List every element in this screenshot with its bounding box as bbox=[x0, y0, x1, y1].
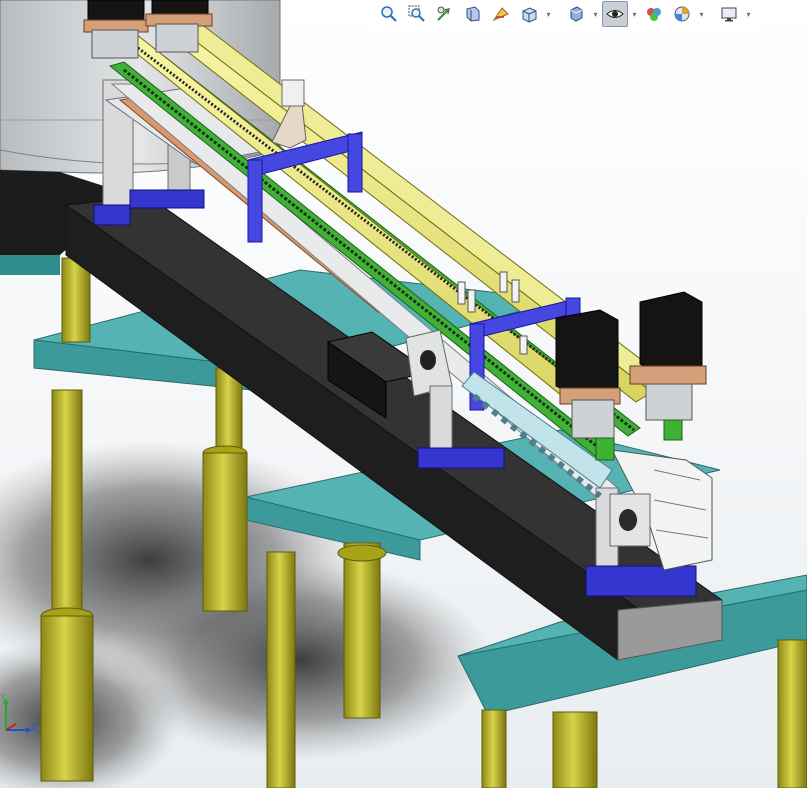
zoom-to-fit-icon bbox=[381, 6, 397, 22]
apply-scene-button[interactable] bbox=[669, 1, 695, 27]
section-view-button[interactable] bbox=[460, 1, 486, 27]
triad-axes-icon bbox=[3, 698, 32, 733]
edit-appearance-button[interactable] bbox=[641, 1, 667, 27]
view-settings-dropdown[interactable]: ▾ bbox=[744, 2, 753, 26]
hide-show-items-dropdown[interactable]: ▾ bbox=[630, 2, 639, 26]
view-orientation-dropdown[interactable]: ▾ bbox=[544, 2, 553, 26]
view-settings-icon bbox=[721, 7, 737, 22]
zoom-to-area-button[interactable] bbox=[404, 1, 430, 27]
display-style-icon bbox=[570, 6, 583, 22]
section-view-icon bbox=[466, 6, 480, 22]
reference-triad: Y Z bbox=[0, 692, 44, 736]
zoom-to-fit-button[interactable] bbox=[376, 1, 402, 27]
display-style-dropdown[interactable]: ▾ bbox=[591, 2, 600, 26]
stepper-motor-front-right[interactable] bbox=[629, 291, 707, 441]
graphics-viewport[interactable]: ▾ ▾ ▾ ▾ ▾ Y Z bbox=[0, 0, 807, 788]
conveyor-assembly-model[interactable] bbox=[0, 0, 807, 788]
apply-scene-icon bbox=[674, 6, 690, 22]
view-orientation-icon bbox=[522, 7, 537, 23]
previous-view-icon bbox=[437, 6, 450, 21]
zoom-to-area-icon bbox=[408, 5, 425, 22]
apply-scene-dropdown[interactable]: ▾ bbox=[697, 2, 706, 26]
edit-appearance-icon bbox=[647, 8, 661, 21]
view-settings-button[interactable] bbox=[716, 1, 742, 27]
hide-show-items-button[interactable] bbox=[602, 1, 628, 27]
hide-show-items-icon bbox=[606, 10, 624, 18]
display-style-button[interactable] bbox=[563, 1, 589, 27]
dynamic-annotation-icon bbox=[492, 7, 509, 22]
triad-y-label: Y bbox=[0, 692, 7, 702]
view-orientation-button[interactable] bbox=[516, 1, 542, 27]
stepper-motor-rear-left[interactable] bbox=[83, 0, 149, 59]
dynamic-annotation-button[interactable] bbox=[488, 1, 514, 27]
mount-post[interactable] bbox=[281, 79, 305, 107]
triad-z-label: Z bbox=[31, 722, 37, 732]
previous-view-button[interactable] bbox=[432, 1, 458, 27]
heads-up-view-toolbar: ▾ ▾ ▾ ▾ ▾ bbox=[372, 0, 757, 28]
